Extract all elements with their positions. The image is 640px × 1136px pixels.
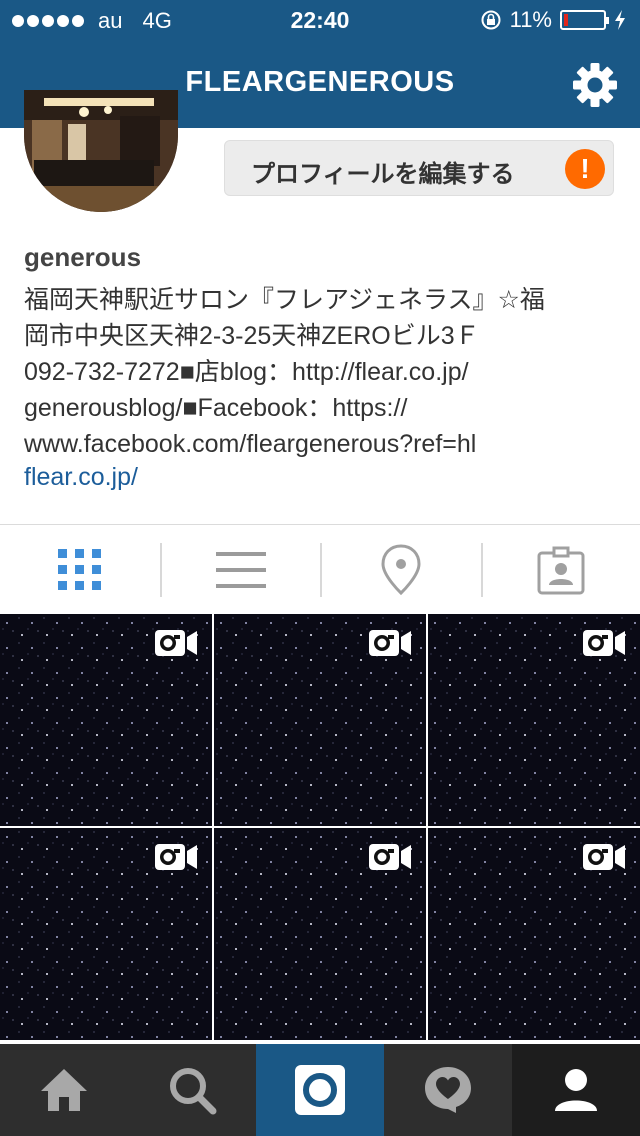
battery-percent: 11% (509, 7, 552, 32)
video-camera-icon (369, 844, 411, 870)
edit-profile-label: プロフィールを編集する (251, 161, 515, 188)
profile-view-tabs (0, 524, 640, 614)
nav-activity[interactable] (384, 1044, 512, 1136)
location-pin-icon (381, 544, 421, 596)
charging-icon (615, 10, 625, 30)
edit-profile-button[interactable]: プロフィールを編集する ! (224, 140, 614, 196)
settings-gear-icon[interactable] (572, 62, 618, 108)
post-thumbnail[interactable] (0, 614, 212, 826)
post-grid (0, 614, 640, 1044)
battery-icon (560, 10, 609, 30)
post-thumbnail[interactable] (0, 828, 212, 1040)
heart-bubble-icon (425, 1067, 471, 1113)
bottom-nav-bar (0, 1044, 640, 1136)
tab-tagged-view[interactable] (482, 525, 640, 615)
video-camera-icon (155, 844, 197, 870)
warning-badge-icon: ! (565, 149, 605, 189)
tab-map-view[interactable] (321, 525, 481, 615)
tab-list-view[interactable] (161, 525, 321, 615)
video-camera-icon (155, 630, 197, 656)
status-bar: au 4G 22:40 11% (0, 0, 640, 40)
profile-avatar[interactable] (24, 90, 178, 212)
rotation-lock-icon (481, 10, 501, 30)
nav-camera[interactable] (256, 1044, 384, 1136)
profile-username: generous (24, 242, 142, 272)
camera-icon (295, 1065, 345, 1115)
grid-icon (58, 549, 101, 590)
nav-home[interactable] (0, 1044, 128, 1136)
nav-profile[interactable] (512, 1044, 640, 1136)
profile-bio: 福岡天神駅近サロン『フレアジェネラス』☆福 岡市中央区天神2-3-25天神ZER… (24, 286, 545, 458)
nav-explore[interactable] (128, 1044, 256, 1136)
search-icon (170, 1068, 217, 1115)
video-camera-icon (583, 630, 625, 656)
person-icon (555, 1069, 597, 1111)
video-camera-icon (369, 630, 411, 656)
post-thumbnail[interactable] (214, 828, 426, 1040)
tab-grid-view[interactable] (0, 525, 160, 615)
profile-website-link[interactable]: flear.co.jp/ (24, 463, 138, 492)
home-icon (41, 1069, 87, 1111)
list-icon (216, 552, 266, 588)
post-thumbnail[interactable] (214, 614, 426, 826)
post-thumbnail[interactable] (428, 828, 640, 1040)
tagged-person-icon (537, 546, 585, 595)
post-thumbnail[interactable] (428, 614, 640, 826)
video-camera-icon (583, 844, 625, 870)
